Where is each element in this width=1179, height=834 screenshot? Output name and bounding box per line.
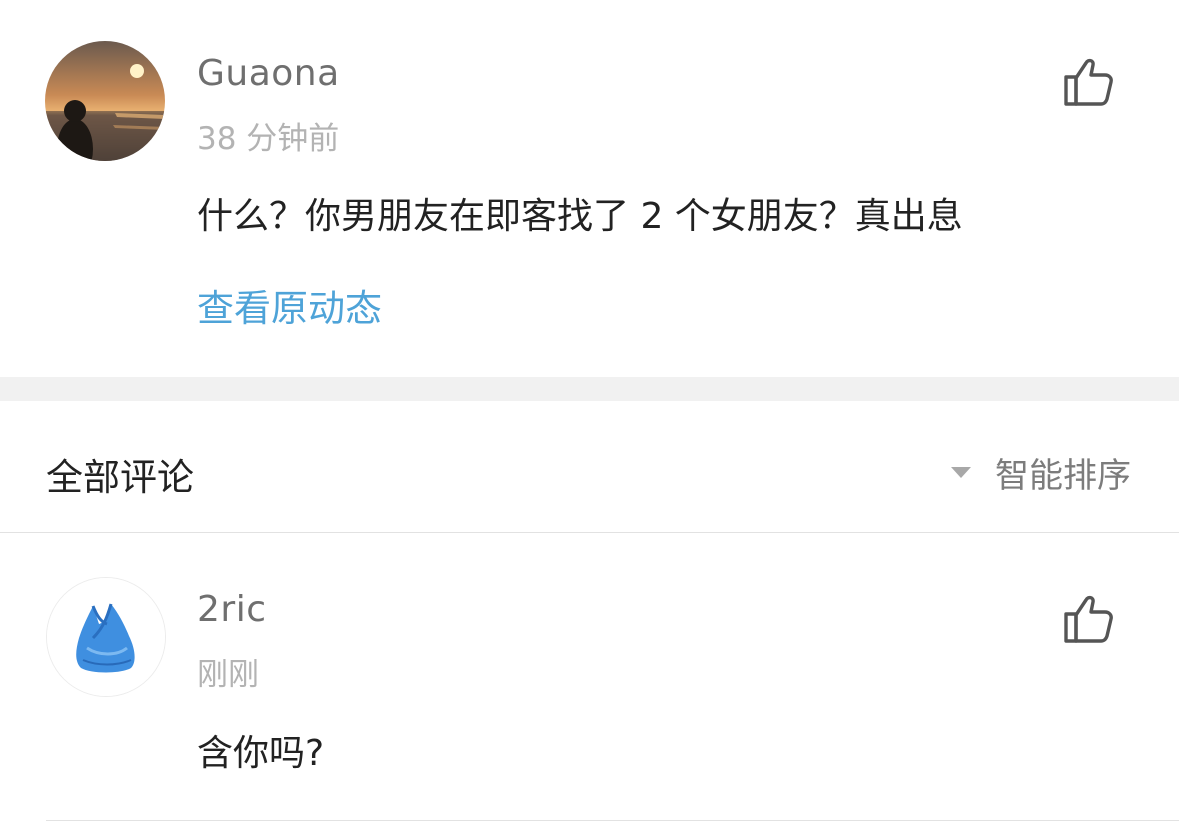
- original-post: Guaona 38 分钟前 什么？你男朋友在即客找了 2 个女朋友？真出息 查看…: [0, 0, 1179, 377]
- post-timestamp: 38 分钟前: [197, 121, 340, 157]
- triangle-down-icon: [951, 467, 971, 478]
- comments-header: 全部评论 智能排序: [0, 401, 1179, 533]
- comment-divider: [46, 820, 1179, 821]
- sunset-avatar-image: [45, 41, 165, 161]
- comments-title: 全部评论: [46, 456, 194, 499]
- post-like-button[interactable]: [1060, 54, 1118, 110]
- post-author-avatar[interactable]: [45, 41, 165, 161]
- post-content: 什么？你男朋友在即客找了 2 个女朋友？真出息: [197, 196, 963, 237]
- comment-item: 2ric 刚刚 含你吗?: [0, 533, 1179, 834]
- view-original-link[interactable]: 查看原动态: [197, 278, 382, 332]
- section-divider: [0, 377, 1179, 401]
- sort-label: 智能排序: [995, 456, 1131, 496]
- sort-dropdown[interactable]: 智能排序: [951, 448, 1131, 497]
- post-username[interactable]: Guaona: [197, 53, 340, 94]
- comment-content: 含你吗?: [197, 733, 325, 774]
- comment-username[interactable]: 2ric: [197, 589, 267, 630]
- thumbs-up-icon: [1064, 58, 1113, 106]
- comment-timestamp: 刚刚: [197, 657, 259, 693]
- comment-like-button[interactable]: [1060, 591, 1118, 647]
- blue-bag-avatar-image: [47, 578, 165, 696]
- thumbs-up-icon: [1064, 595, 1113, 643]
- comment-author-avatar[interactable]: [46, 577, 166, 697]
